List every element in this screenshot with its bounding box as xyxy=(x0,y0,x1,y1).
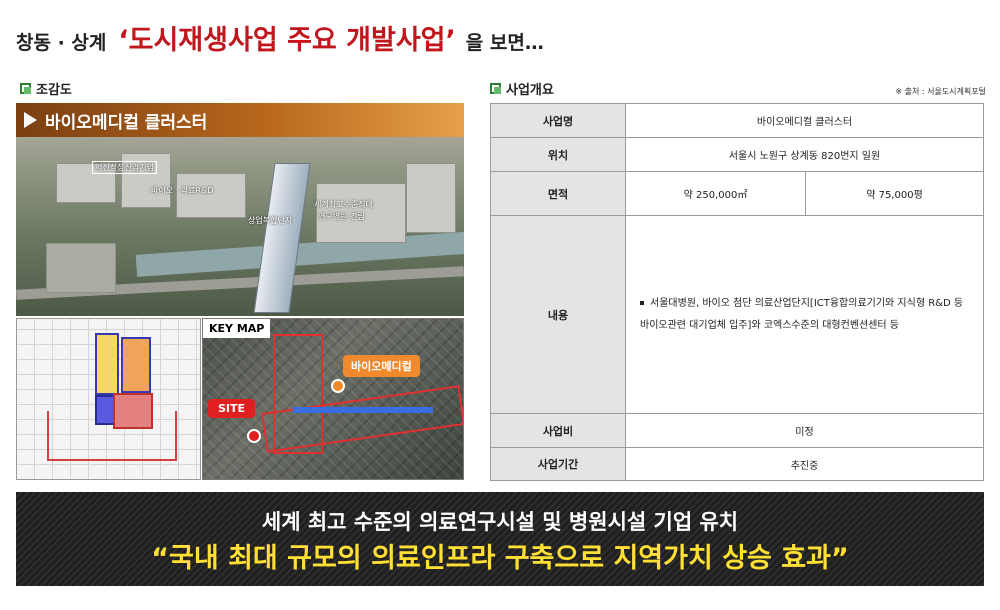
callout-label: 바이오 · 의료R&D xyxy=(151,186,214,195)
title-suffix: 을 보면… xyxy=(465,32,544,54)
tower-shape xyxy=(253,163,311,313)
project-overview-table: 사업명 바이오메디컬 클러스터 위치 서울시 노원구 상계동 820번지 일원 … xyxy=(490,103,984,481)
building-shape xyxy=(406,163,456,233)
key-map: KEY MAP 바이오메디컬 SITE xyxy=(202,318,464,480)
banner-line-2: “국내 최대 규모의 의료인프라 구축으로 지역가치 상승 효과” xyxy=(151,543,849,574)
table-row: 위치 서울시 노원구 상계동 820번지 일원 xyxy=(490,137,984,172)
table-cell: 추진중 xyxy=(625,447,984,481)
building-shape xyxy=(46,243,116,293)
table-row: 사업명 바이오메디컬 클러스터 xyxy=(490,103,984,138)
section-label-text: 조감도 xyxy=(36,83,72,98)
table-row: 내용 서울대병원, 바이오 첨단 의료산업단지[ICT융합의료기기와 지식형 R… xyxy=(490,215,984,414)
section-label-overview: 사업개요 xyxy=(490,79,554,98)
play-triangle-icon xyxy=(24,112,37,128)
zone-outline xyxy=(47,411,177,461)
aerial-view-image: 바이오메디컬 클러스터 혁신성장산업기업 바이오 · 의료R&D 상업복합단지 … xyxy=(16,103,464,316)
callout-label: 혁신성장산업기업 xyxy=(92,161,157,174)
aerial-banner-text: 바이오메디컬 클러스터 xyxy=(45,112,208,133)
table-header-cell: 면적 xyxy=(490,171,626,216)
callout-label: 상업복합단지 xyxy=(248,216,293,225)
table-header-cell: 사업비 xyxy=(490,413,626,448)
section-icon xyxy=(20,83,31,94)
table-cell: 서울시 노원구 상계동 820번지 일원 xyxy=(625,137,984,172)
table-header-cell: 내용 xyxy=(490,215,626,414)
table-cell: 미정 xyxy=(625,413,984,448)
table-header-cell: 사업명 xyxy=(490,103,626,138)
table-row: 사업비 미정 xyxy=(490,413,984,448)
source-note: ※ 출처 : 서울도시계획포털 xyxy=(895,87,986,96)
table-cell: 약 75,000평 xyxy=(805,171,984,216)
section-icon xyxy=(490,83,501,94)
zone-yellow xyxy=(95,333,119,395)
aerial-banner: 바이오메디컬 클러스터 xyxy=(16,103,464,137)
site-location-dot xyxy=(247,429,261,443)
site-pill: SITE xyxy=(208,399,256,418)
bullet-icon xyxy=(640,300,644,305)
page-title: 창동 · 상계 ‘도시재생사업 주요 개발사업’ 을 보면… xyxy=(16,18,544,62)
road-highlight xyxy=(293,407,433,413)
section-label-text: 사업개요 xyxy=(506,83,554,98)
keymap-label: KEY MAP xyxy=(203,319,271,338)
bio-medical-pill: 바이오메디컬 xyxy=(343,355,420,377)
table-header-cell: 사업기간 xyxy=(490,447,626,481)
site-plan-map xyxy=(16,318,201,480)
table-row: 사업기간 추진중 xyxy=(490,447,984,481)
banner-line-1: 세계 최고 수준의 의료연구시설 및 병원시설 기업 유치 xyxy=(261,510,739,534)
table-header-cell: 위치 xyxy=(490,137,626,172)
title-main: ‘도시재생사업 주요 개발사업’ xyxy=(118,25,456,56)
callout-label: 세계최고수준최대 xyxy=(314,200,373,209)
content-text: 서울대병원, 바이오 첨단 의료산업단지[ICT융합의료기기와 지식형 R&D … xyxy=(640,297,964,331)
summary-banner: 세계 최고 수준의 의료연구시설 및 병원시설 기업 유치 “국내 최대 규모의… xyxy=(16,492,984,586)
table-cell: 바이오메디컬 클러스터 xyxy=(625,103,984,138)
zone-orange xyxy=(121,337,151,393)
bio-location-dot xyxy=(331,379,345,393)
section-label-aerial: 조감도 xyxy=(20,79,72,98)
table-row: 면적 약 250,000㎡ 약 75,000평 xyxy=(490,171,984,216)
table-cell: 서울대병원, 바이오 첨단 의료산업단지[ICT융합의료기기와 지식형 R&D … xyxy=(625,215,984,414)
title-prefix: 창동 · 상계 xyxy=(16,32,107,54)
table-cell: 약 250,000㎡ xyxy=(625,171,806,216)
callout-label: 연구병원 건립 xyxy=(318,212,365,221)
